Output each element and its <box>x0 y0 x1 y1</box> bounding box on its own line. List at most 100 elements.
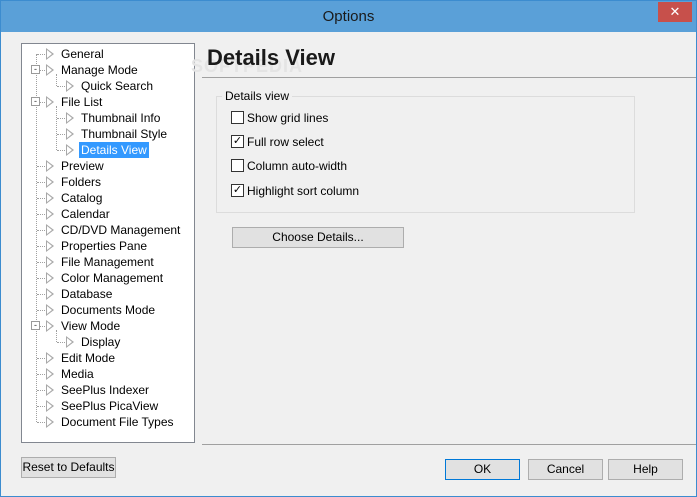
tree-item[interactable]: SeePlus PicaView <box>22 398 194 414</box>
tree-item-label: Preview <box>61 159 104 173</box>
tree-item-label: File Management <box>61 255 154 269</box>
page-icon <box>46 256 54 268</box>
tree-item-label: Database <box>61 287 113 301</box>
options-tree[interactable]: General - Manage Mode Quick Search - File Lis… <box>21 43 195 443</box>
page-icon <box>66 112 74 124</box>
checkbox-label: Highlight sort column <box>247 184 360 198</box>
checkbox-option[interactable]: ✓ Highlight sort column <box>231 183 431 199</box>
choose-details-button[interactable]: Choose Details... <box>232 227 404 248</box>
tree-item-label: Calendar <box>61 207 110 221</box>
tree-connector <box>56 330 57 342</box>
page-icon <box>46 288 54 300</box>
checkbox-option[interactable]: Column auto-width <box>231 158 431 174</box>
tree-item[interactable]: Display <box>22 334 194 350</box>
options-dialog: Options ✕ General - Manage Mode Quick Searc… <box>0 0 697 497</box>
page-icon <box>46 352 54 364</box>
page-icon <box>46 48 54 60</box>
checkbox[interactable]: ✓ <box>231 184 244 197</box>
tree-item[interactable]: Folders <box>22 174 194 190</box>
tree-item-label: SeePlus PicaView <box>61 399 159 413</box>
page-icon <box>46 416 54 428</box>
page-icon <box>46 176 54 188</box>
checkbox-label: Column auto-width <box>247 159 348 173</box>
page-title: Details View <box>207 45 335 70</box>
tree-item[interactable]: - Manage Mode <box>22 62 194 78</box>
page-icon <box>46 384 54 396</box>
checkbox-option[interactable]: ✓ Full row select <box>231 134 431 150</box>
checkbox[interactable] <box>231 159 244 172</box>
window-title: Options <box>322 8 375 25</box>
tree-item-label: Document File Types <box>61 415 174 429</box>
page-icon <box>46 96 54 108</box>
tree-item[interactable]: Details View <box>22 142 194 158</box>
tree-item[interactable]: Thumbnail Info <box>22 110 194 126</box>
tree-item[interactable]: SeePlus Indexer <box>22 382 194 398</box>
tree-item-label: View Mode <box>61 319 121 333</box>
tree-item[interactable]: Database <box>22 286 194 302</box>
page-icon <box>66 336 74 348</box>
tree-item[interactable]: CD/DVD Management <box>22 222 194 238</box>
tree-item[interactable]: Catalog <box>22 190 194 206</box>
tree-item-label: General <box>61 47 104 61</box>
checkbox[interactable] <box>231 111 244 124</box>
tree-item-label: Documents Mode <box>61 303 156 317</box>
reset-to-defaults-button[interactable]: Reset to Defaults <box>21 457 116 478</box>
page-icon <box>46 192 54 204</box>
collapse-icon[interactable]: - <box>31 65 40 74</box>
tree-item[interactable]: - View Mode <box>22 318 194 334</box>
tree-item[interactable]: Color Management <box>22 270 194 286</box>
tree-item[interactable]: Calendar <box>22 206 194 222</box>
tree-item[interactable]: Thumbnail Style <box>22 126 194 142</box>
tree-item[interactable]: - File List <box>22 94 194 110</box>
page-icon <box>66 80 74 92</box>
group-label: Details view <box>222 89 293 103</box>
help-button[interactable]: Help <box>608 459 683 480</box>
tree-item-label: SeePlus Indexer <box>61 383 150 397</box>
checkbox-option[interactable]: Show grid lines <box>231 110 431 126</box>
tree-item-label: Media <box>61 367 94 381</box>
title-bar[interactable]: Options ✕ <box>1 1 696 32</box>
page-icon <box>46 64 54 76</box>
tree-item[interactable]: Preview <box>22 158 194 174</box>
page-icon <box>46 320 54 332</box>
tree-item[interactable]: Documents Mode <box>22 302 194 318</box>
collapse-icon[interactable]: - <box>31 321 40 330</box>
tree-item-label: Display <box>81 335 121 349</box>
page-icon <box>46 368 54 380</box>
tree-item[interactable]: Edit Mode <box>22 350 194 366</box>
tree-item-label: File List <box>61 95 103 109</box>
tree-connector <box>56 106 57 150</box>
tree-item[interactable]: General <box>22 46 194 62</box>
tree-item[interactable]: Quick Search <box>22 78 194 94</box>
tree-item[interactable]: File Management <box>22 254 194 270</box>
tree-item-label: Color Management <box>61 271 164 285</box>
panel-header: Details View <box>202 41 697 77</box>
close-icon: ✕ <box>669 4 681 19</box>
tree-connector <box>56 74 57 86</box>
checkbox-label: Full row select <box>247 135 324 149</box>
tree-item[interactable]: Document File Types <box>22 414 194 430</box>
header-divider <box>202 77 696 78</box>
page-icon <box>46 224 54 236</box>
tree-item[interactable]: Media <box>22 366 194 382</box>
tree-item-label: Quick Search <box>81 79 154 93</box>
checkbox[interactable]: ✓ <box>231 135 244 148</box>
page-icon <box>66 128 74 140</box>
page-icon <box>46 160 54 172</box>
tree-item-label: Thumbnail Info <box>81 111 161 125</box>
checkbox-label: Show grid lines <box>247 111 329 125</box>
tree-item-label: Properties Pane <box>61 239 148 253</box>
page-icon <box>46 208 54 220</box>
ok-button[interactable]: OK <box>445 459 520 480</box>
tree-item-label: Edit Mode <box>61 351 116 365</box>
cancel-button[interactable]: Cancel <box>528 459 603 480</box>
page-icon <box>66 144 74 156</box>
tree-item-label: Manage Mode <box>61 63 138 77</box>
tree-item[interactable]: Properties Pane <box>22 238 194 254</box>
page-icon <box>46 272 54 284</box>
footer-divider <box>202 444 696 445</box>
tree-item-label: Details View <box>79 142 149 158</box>
close-button[interactable]: ✕ <box>658 2 692 22</box>
tree-item-label: Folders <box>61 175 102 189</box>
collapse-icon[interactable]: - <box>31 97 40 106</box>
